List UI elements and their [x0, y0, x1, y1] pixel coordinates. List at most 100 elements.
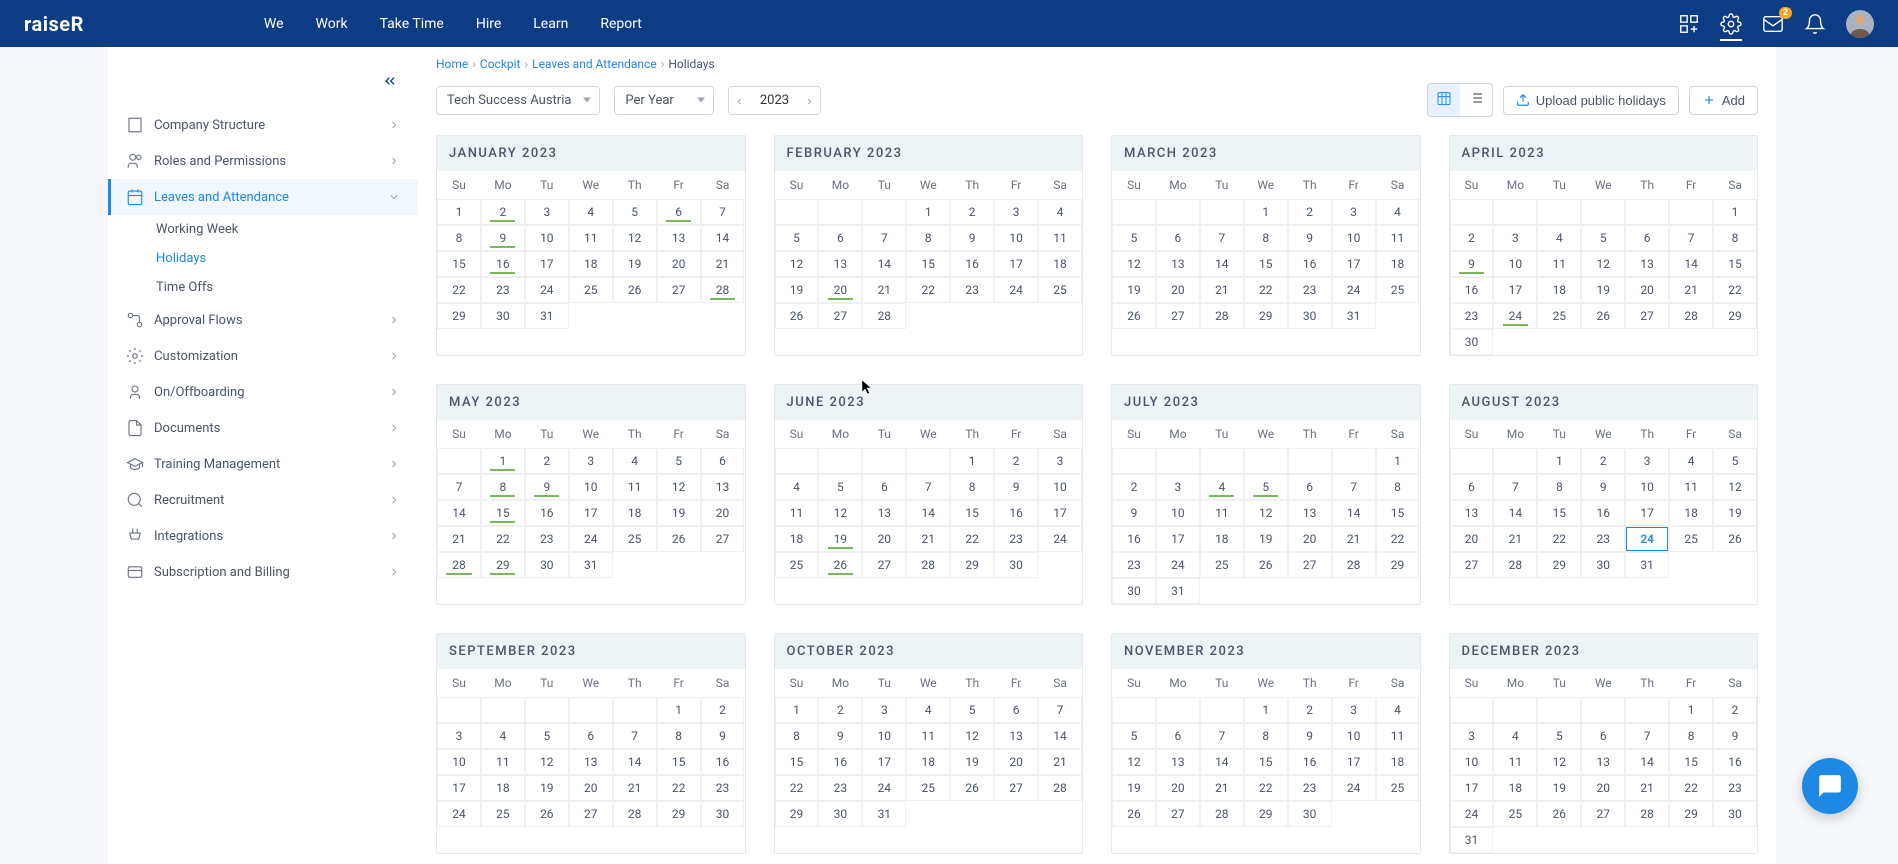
- day-cell[interactable]: 28: [862, 303, 906, 329]
- day-cell[interactable]: 7: [906, 474, 950, 500]
- day-cell[interactable]: 10: [437, 749, 481, 775]
- day-cell[interactable]: 7: [1669, 225, 1713, 251]
- day-cell[interactable]: 31: [569, 552, 613, 578]
- day-cell[interactable]: 4: [481, 723, 525, 749]
- day-cell[interactable]: 26: [1112, 303, 1156, 329]
- crumb-cockpit[interactable]: Cockpit: [480, 57, 521, 71]
- day-cell[interactable]: 12: [1112, 749, 1156, 775]
- day-cell[interactable]: 27: [1581, 801, 1625, 827]
- day-cell[interactable]: 24: [1332, 277, 1376, 303]
- day-cell[interactable]: 22: [437, 277, 481, 303]
- day-cell[interactable]: 4: [1376, 199, 1420, 225]
- day-cell[interactable]: 4: [906, 697, 950, 723]
- day-cell[interactable]: 20: [1625, 277, 1669, 303]
- day-cell[interactable]: 30: [525, 552, 569, 578]
- day-cell[interactable]: 23: [481, 277, 525, 303]
- day-cell[interactable]: 16: [1450, 277, 1494, 303]
- day-cell[interactable]: 10: [1450, 749, 1494, 775]
- day-cell[interactable]: 12: [1244, 500, 1288, 526]
- day-cell[interactable]: 5: [613, 199, 657, 225]
- day-cell[interactable]: 20: [994, 749, 1038, 775]
- day-cell[interactable]: 27: [862, 552, 906, 578]
- day-cell[interactable]: 21: [1200, 277, 1244, 303]
- day-cell[interactable]: 20: [657, 251, 701, 277]
- gear-icon[interactable]: [1720, 19, 1742, 41]
- day-cell[interactable]: 5: [1244, 474, 1288, 500]
- day-cell[interactable]: 9: [1288, 225, 1332, 251]
- day-cell[interactable]: 20: [862, 526, 906, 552]
- day-cell[interactable]: 31: [1332, 303, 1376, 329]
- day-cell[interactable]: 3: [1450, 723, 1494, 749]
- day-cell[interactable]: 8: [1244, 723, 1288, 749]
- day-cell[interactable]: 9: [1112, 500, 1156, 526]
- day-cell[interactable]: 3: [437, 723, 481, 749]
- day-cell[interactable]: 23: [1288, 775, 1332, 801]
- sidebar-sub-holidays[interactable]: Holidays: [156, 244, 418, 273]
- day-cell[interactable]: 18: [1200, 526, 1244, 552]
- day-cell[interactable]: 22: [1244, 775, 1288, 801]
- day-cell[interactable]: 14: [1038, 723, 1082, 749]
- day-cell[interactable]: 15: [1244, 251, 1288, 277]
- list-view-button[interactable]: [1460, 84, 1492, 116]
- day-cell[interactable]: 21: [906, 526, 950, 552]
- day-cell[interactable]: 19: [1112, 277, 1156, 303]
- day-cell[interactable]: 3: [1332, 697, 1376, 723]
- day-cell[interactable]: 5: [775, 225, 819, 251]
- calendar-view-button[interactable]: [1428, 84, 1460, 116]
- day-cell[interactable]: 10: [1332, 225, 1376, 251]
- day-cell[interactable]: 26: [1713, 526, 1757, 552]
- day-cell[interactable]: 28: [1200, 303, 1244, 329]
- day-cell[interactable]: 10: [1493, 251, 1537, 277]
- day-cell[interactable]: 28: [1625, 801, 1669, 827]
- day-cell[interactable]: 22: [1376, 526, 1420, 552]
- day-cell[interactable]: 7: [1200, 723, 1244, 749]
- day-cell[interactable]: 19: [950, 749, 994, 775]
- day-cell[interactable]: 22: [1244, 277, 1288, 303]
- day-cell[interactable]: 3: [862, 697, 906, 723]
- day-cell[interactable]: 20: [1450, 526, 1494, 552]
- day-cell[interactable]: 10: [994, 225, 1038, 251]
- sidebar-item-integrations[interactable]: Integrations: [108, 518, 418, 554]
- day-cell[interactable]: 12: [775, 251, 819, 277]
- day-cell[interactable]: 1: [1376, 448, 1420, 474]
- day-cell[interactable]: 7: [1038, 697, 1082, 723]
- day-cell[interactable]: 21: [613, 775, 657, 801]
- day-cell[interactable]: 3: [1156, 474, 1200, 500]
- day-cell[interactable]: 7: [1625, 723, 1669, 749]
- day-cell[interactable]: 11: [906, 723, 950, 749]
- day-cell[interactable]: 11: [1376, 225, 1420, 251]
- day-cell[interactable]: 18: [1376, 251, 1420, 277]
- day-cell[interactable]: 15: [437, 251, 481, 277]
- day-cell[interactable]: 18: [1493, 775, 1537, 801]
- day-cell[interactable]: 16: [818, 749, 862, 775]
- day-cell[interactable]: 9: [525, 474, 569, 500]
- day-cell[interactable]: 11: [613, 474, 657, 500]
- day-cell[interactable]: 30: [481, 303, 525, 329]
- day-cell[interactable]: 4: [775, 474, 819, 500]
- period-select[interactable]: Per Year: [614, 86, 714, 115]
- day-cell[interactable]: 11: [1493, 749, 1537, 775]
- day-cell[interactable]: 8: [950, 474, 994, 500]
- day-cell[interactable]: 9: [1581, 474, 1625, 500]
- day-cell[interactable]: 8: [1376, 474, 1420, 500]
- day-cell[interactable]: 6: [701, 448, 745, 474]
- day-cell[interactable]: 27: [569, 801, 613, 827]
- day-cell[interactable]: 25: [613, 526, 657, 552]
- day-cell[interactable]: 17: [1450, 775, 1494, 801]
- day-cell[interactable]: 25: [1493, 801, 1537, 827]
- day-cell[interactable]: 11: [1537, 251, 1581, 277]
- day-cell[interactable]: 16: [994, 500, 1038, 526]
- day-cell[interactable]: 31: [525, 303, 569, 329]
- day-cell[interactable]: 23: [818, 775, 862, 801]
- day-cell[interactable]: 14: [1332, 500, 1376, 526]
- day-cell[interactable]: 2: [994, 448, 1038, 474]
- day-cell[interactable]: 21: [1493, 526, 1537, 552]
- day-cell[interactable]: 26: [613, 277, 657, 303]
- day-cell[interactable]: 24: [525, 277, 569, 303]
- sidebar-sub-working-week[interactable]: Working Week: [156, 215, 418, 244]
- day-cell[interactable]: 26: [818, 552, 862, 578]
- sidebar-item-roles-and-permissions[interactable]: Roles and Permissions: [108, 143, 418, 179]
- day-cell[interactable]: 6: [862, 474, 906, 500]
- day-cell[interactable]: 29: [1537, 552, 1581, 578]
- day-cell[interactable]: 17: [994, 251, 1038, 277]
